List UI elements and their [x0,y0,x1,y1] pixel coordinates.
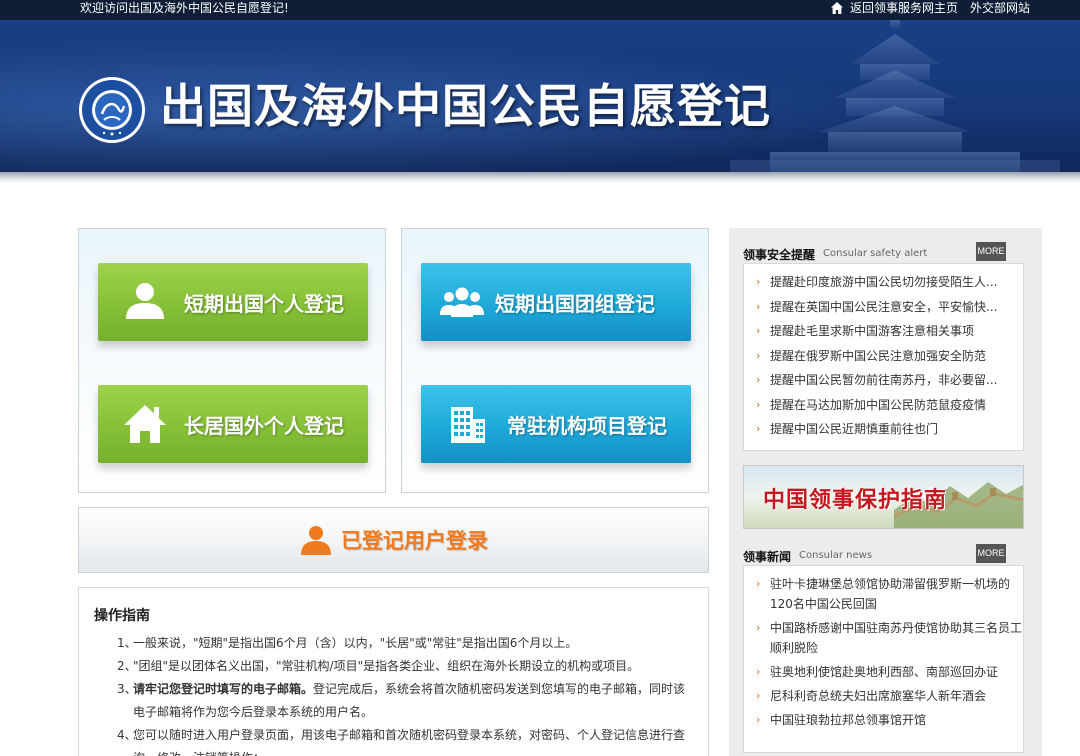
login-label: 已登记用户登录 [341,529,488,553]
consular-news-more-button[interactable]: MORE [976,544,1006,563]
list-item[interactable]: › 提醒在马达加斯加中国公民防范鼠疫疫情 [756,393,1023,418]
arrow-icon: › [756,348,761,362]
right-sidebar: 领事安全提醒 Consular safety alert MORE › 提醒赴印度… [729,228,1042,756]
short-term-group-button[interactable]: 短期出国团组登记 [421,263,691,341]
top-links: 返回领事服务网主页 外交部网站 [830,0,1030,16]
safety-alert-title: 领事安全提醒 [743,248,816,262]
consular-emblem [79,77,145,143]
user-icon [301,526,331,555]
arrow-icon: › [756,275,761,288]
org-project-button[interactable]: 常驻机构项目登记 [421,385,691,463]
list-item[interactable]: › 中国驻琅勃拉邦总领事馆开馆 [756,710,1023,730]
safety-alert-header: 领事安全提醒 Consular safety alert MORE [743,242,1033,264]
list-item[interactable]: › 提醒在俄罗斯中国公民注意加强安全防范 [756,344,1023,369]
list-item[interactable]: › 提醒中国公民暂勿前往南苏丹，非必要留... [756,368,1023,393]
arrow-icon: › [756,621,761,634]
guide-item: 3、 请牢记您登记时填写的电子邮箱。登记完成后，系统会将首次随机密码发送到您填写… [117,682,686,719]
arrow-icon: › [756,665,761,678]
list-item[interactable]: › 驻叶卡捷琳堡总领馆协助滞留俄罗斯一机场的120名中国公民回国 [756,574,1023,614]
arrow-icon: › [756,577,761,590]
arrow-icon: › [756,713,761,726]
arrow-icon: › [756,689,761,702]
list-item[interactable]: › 提醒中国公民近期慎重前往也门 [756,417,1023,442]
short-term-personal-label: 短期出国个人登记 [184,291,344,316]
guide-item: 2、 "团组"是以团体名义出国，"常驻机构/项目"是指各类企业、组织在海外长期设… [117,659,640,673]
list-item[interactable]: › 中国路桥感谢中国驻南苏丹使馆协助其三名员工顺利脱险 [756,618,1023,658]
home-icon [830,2,843,14]
short-term-personal-button[interactable]: 短期出国个人登记 [98,263,368,341]
personal-registration-panel: 短期出国个人登记 长居国外个人登记 [78,228,386,493]
list-item[interactable]: › 提醒赴印度旅游中国公民切勿接受陌生人... [756,270,1023,295]
consular-protection-guide-banner[interactable]: 中国领事保护指南 [743,465,1024,529]
safety-alert-list: › 提醒赴印度旅游中国公民切勿接受陌生人... › 提醒在英国中国公民注意安全，平安… [743,263,1024,451]
safety-alert-subtitle: Consular safety alert [823,248,928,259]
short-term-group-label: 短期出国团组登记 [495,291,655,316]
arrow-icon: › [756,373,761,386]
arrow-icon: › [756,324,761,337]
long-term-personal-button[interactable]: 长居国外个人登记 [98,385,368,463]
guide-item: 4、 您可以随时进入用户登录页面，用该电子邮箱和首次随机密码登录本系统，对密码、… [117,728,686,756]
temple-of-heaven-image [730,20,1060,172]
guide-list: 1、 一般来说，"短期"是指出国6个月（含）以内，"长居"或"常驻"是指出国6个… [117,632,697,756]
group-icon [440,287,484,317]
safety-alert-more-button[interactable]: MORE [976,242,1006,261]
header-banner: 出国及海外中国公民自愿登记 [0,20,1080,172]
protection-guide-label: 中国领事保护指南 [763,488,948,513]
arrow-icon: › [756,422,761,435]
consular-news-header: 领事新闻 Consular news MORE [743,544,1033,566]
person-icon [126,283,164,319]
consular-news-subtitle: Consular news [799,550,873,561]
house-icon [124,405,166,443]
top-bar: 欢迎访问出国及海外中国公民自愿登记! 返回领事服务网主页 外交部网站 [0,0,1080,20]
org-project-label: 常驻机构项目登记 [507,413,667,438]
long-term-personal-label: 长居国外个人登记 [184,413,344,438]
list-item[interactable]: › 驻奥地利使馆赴奥地利西部、南部巡回办证 [756,662,1023,682]
guide-title: 操作指南 [94,608,150,624]
welcome-text: 欢迎访问出国及海外中国公民自愿登记! [80,1,289,15]
registered-user-login-button[interactable]: 已登记用户登录 [78,507,709,573]
group-registration-panel: 短期出国团组登记 常驻机构项目登记 [401,228,709,493]
consular-news-title: 领事新闻 [743,550,792,564]
site-title: 出国及海外中国公民自愿登记 [160,79,771,133]
home-link[interactable]: 返回领事服务网主页 [850,0,958,16]
arrow-icon: › [756,299,761,313]
operation-guide: 操作指南 1、 一般来说，"短期"是指出国6个月（含）以内，"长居"或"常驻"是… [78,587,709,756]
guide-item: 1、 一般来说，"短期"是指出国6个月（含）以内，"长居"或"常驻"是指出国6个… [117,636,578,650]
list-item[interactable]: › 提醒赴毛里求斯中国游客注意相关事项 [756,319,1023,344]
building-icon [451,407,485,443]
list-item[interactable]: › 提醒在英国中国公民注意安全，平安愉快... [756,295,1023,320]
arrow-icon: › [756,397,761,411]
list-item[interactable]: › 尼科利奇总统夫妇出席旅塞华人新年酒会 [756,686,1023,706]
consular-news-list: › 驻叶卡捷琳堡总领馆协助滞留俄罗斯一机场的120名中国公民回国 › 中国路桥感谢中… [743,565,1024,753]
mfa-link[interactable]: 外交部网站 [970,0,1030,16]
